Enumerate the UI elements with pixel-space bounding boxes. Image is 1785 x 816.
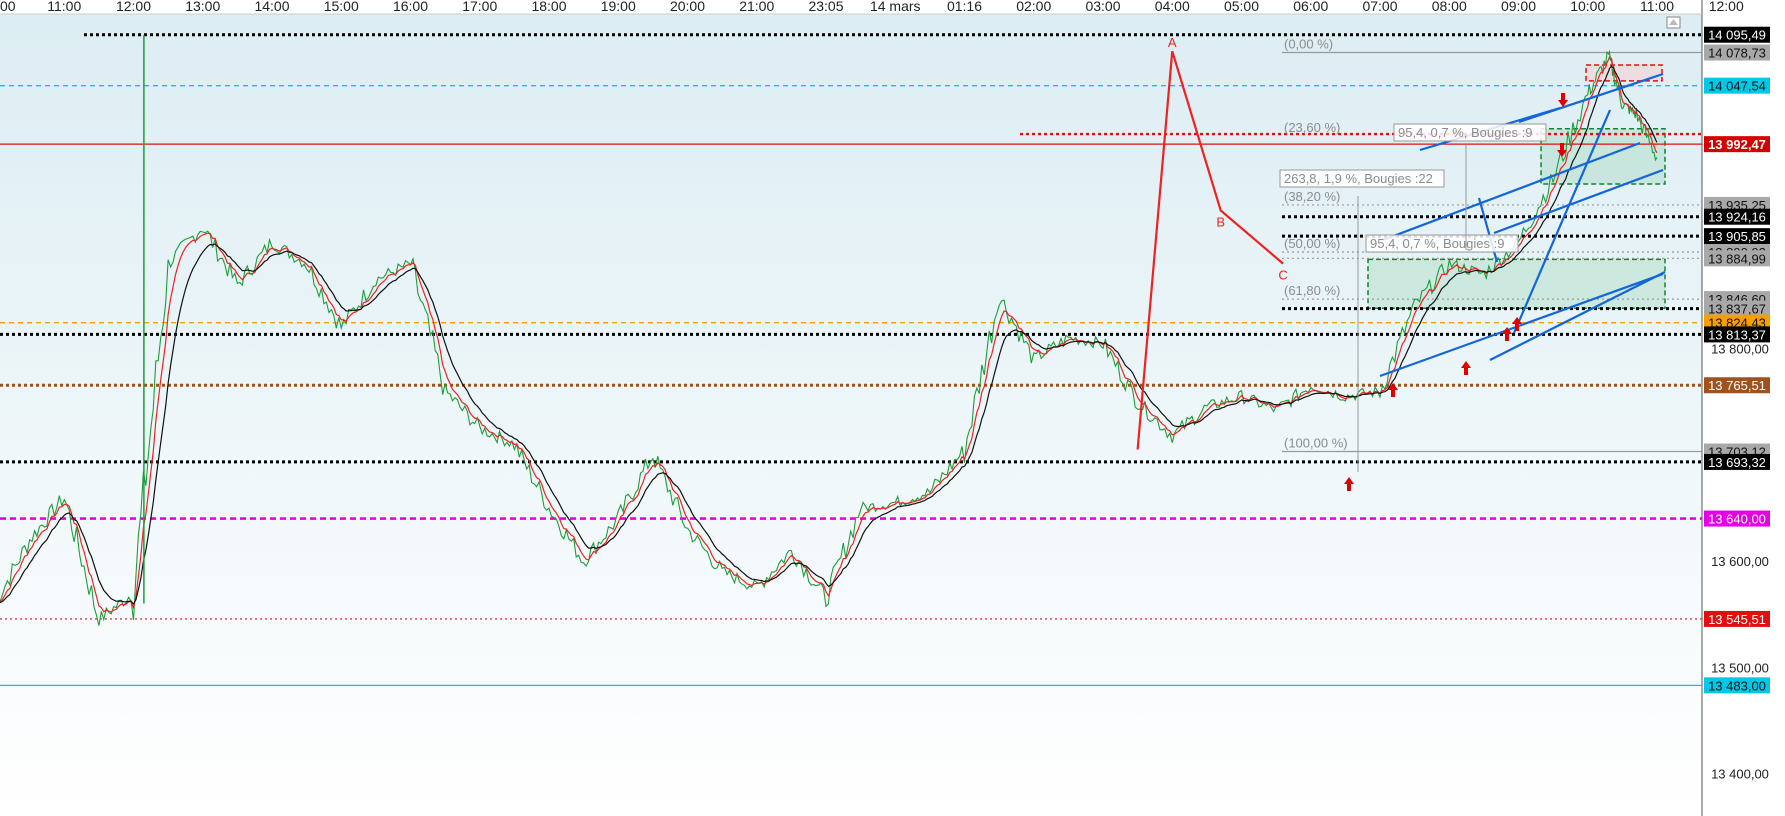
measurement-label: 95,4, 0,7 %, Bougies :9	[1398, 125, 1532, 140]
time-axis-tick: 11:00	[47, 0, 81, 14]
fibonacci-level-label: (38,20 %)	[1284, 189, 1340, 204]
price-level-label: 13 905,85	[1708, 229, 1766, 244]
price-level-label: 13 545,51	[1708, 612, 1766, 627]
demand-zone	[1367, 258, 1666, 309]
time-axis-tick: 06:00	[1293, 0, 1328, 14]
price-level-label: 13 837,67	[1708, 302, 1766, 317]
price-level-label: 13 813,37	[1708, 327, 1766, 342]
price-level-label: 13 924,16	[1708, 210, 1766, 225]
time-axis-tick: 15:00	[324, 0, 359, 14]
time-axis-tick: 05:00	[1224, 0, 1259, 14]
time-axis-tick: 13:00	[185, 0, 220, 14]
price-axis-background	[1702, 0, 1785, 816]
chart-root: (0,00 %) (23,60 %) (38,20 %) (50,00 %) (61,8…	[0, 0, 1785, 816]
time-axis-tick: 09:00	[1501, 0, 1536, 14]
price-axis-tick: 13 800,00	[1711, 342, 1769, 357]
time-axis-tick: 20:00	[670, 0, 705, 14]
time-axis-tick: 01:16	[947, 0, 982, 14]
time-axis-tick: 12:00	[1709, 0, 1744, 14]
measurement-label: 263,8, 1,9 %, Bougies :22	[1284, 171, 1433, 186]
price-level-label: 13 483,00	[1708, 678, 1766, 693]
time-axis-tick: 10:00	[1570, 0, 1605, 14]
price-level-label: 13 765,51	[1708, 378, 1766, 393]
fibonacci-level-label: (23,60 %)	[1284, 120, 1340, 135]
time-axis-tick: 07:00	[1362, 0, 1397, 14]
time-axis-tick: 17:00	[462, 0, 497, 14]
price-level-label: 14 078,73	[1708, 46, 1766, 61]
price-level-label: 13 693,32	[1708, 455, 1766, 470]
time-axis-tick: 03:00	[1085, 0, 1120, 14]
time-axis-tick: 04:00	[1155, 0, 1190, 14]
time-axis-tick: 21:00	[739, 0, 774, 14]
time-axis-tick: 19:00	[601, 0, 636, 14]
time-axis-tick: 14 mars	[870, 0, 921, 14]
price-axis-tick: 13 600,00	[1711, 554, 1769, 569]
abc-point-label: C	[1278, 268, 1287, 283]
time-axis-tick: 11:00	[1640, 0, 1674, 14]
fibonacci-level-label: (50,00 %)	[1284, 236, 1340, 251]
time-axis-tick: 12:00	[116, 0, 151, 14]
home-icon[interactable]	[1666, 16, 1681, 29]
time-axis-tick: 08:00	[1432, 0, 1467, 14]
fibonacci-level-label: (61,80 %)	[1284, 283, 1340, 298]
price-level-label: 13 884,99	[1708, 251, 1766, 266]
abc-point-label: B	[1216, 215, 1225, 230]
price-chart[interactable]: (0,00 %) (23,60 %) (38,20 %) (50,00 %) (61,8…	[0, 0, 1785, 816]
price-level-label: 14 047,54	[1708, 79, 1766, 94]
time-axis-tick: 14:00	[254, 0, 289, 14]
time-axis-tick: 02:00	[1016, 0, 1051, 14]
fibonacci-level-label: (0,00 %)	[1284, 37, 1333, 52]
time-axis-tick: 18:00	[531, 0, 566, 14]
price-level-label: 14 095,49	[1708, 28, 1766, 43]
price-level-label: 13 640,00	[1708, 512, 1766, 527]
price-level-label: 13 992,47	[1708, 137, 1766, 152]
fibonacci-level-label: (100,00 %)	[1284, 436, 1348, 451]
price-axis-tick: 13 500,00	[1711, 660, 1769, 675]
price-axis-tick: 13 400,00	[1711, 767, 1769, 782]
time-axis-tick: 23:05	[808, 0, 843, 14]
abc-point-label: A	[1168, 35, 1177, 50]
time-axis-tick: 16:00	[393, 0, 428, 14]
time-axis-tick: 00	[0, 0, 16, 14]
measurement-label: 95,4, 0,7 %, Bougies :9	[1370, 236, 1504, 251]
